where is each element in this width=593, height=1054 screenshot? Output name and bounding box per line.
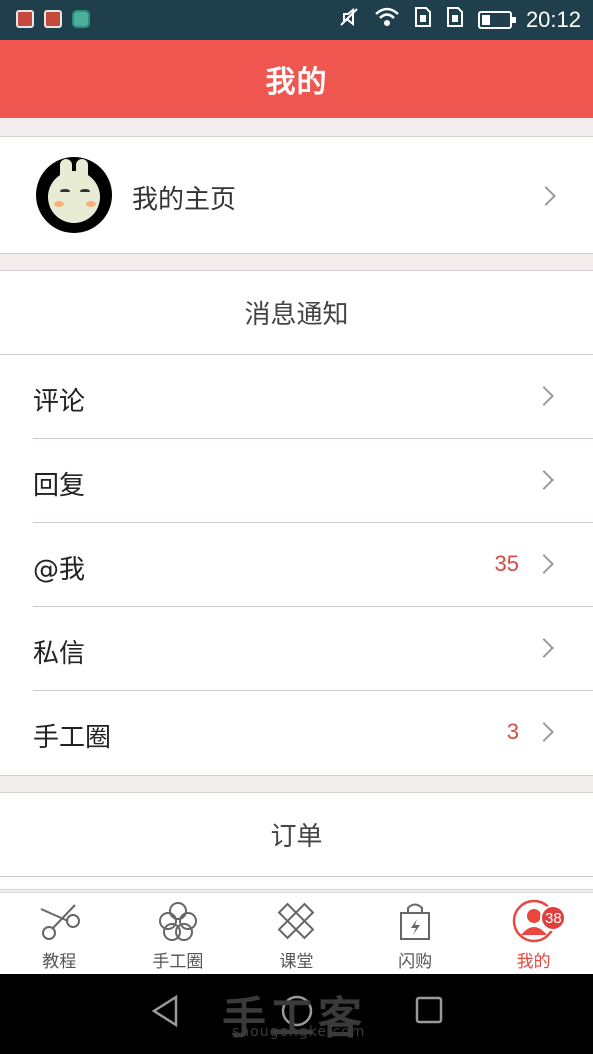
messages-section: 消息通知 评论 回复 @我 35 私信 手工圈 3 [0, 270, 593, 776]
status-bar: 20:12 [0, 0, 593, 40]
list-item-label: 回复 [33, 471, 86, 501]
page-title: 我的 [265, 65, 328, 100]
bottom-tab-bar: 教程 手工圈 课堂 闪购 38 我的 [0, 892, 593, 974]
scissors-icon [40, 904, 81, 940]
chevron-right-icon [534, 470, 554, 490]
orders-header[interactable]: 订单 [0, 793, 593, 877]
my-homepage-row[interactable]: 我的主页 [0, 136, 593, 254]
notification-app-icon [44, 10, 62, 28]
tab-tutorials[interactable]: 教程 [0, 893, 119, 974]
tab-flash-sale[interactable]: 闪购 [356, 893, 475, 974]
huawei-app-icon [72, 10, 90, 28]
tab-classroom[interactable]: 课堂 [237, 893, 356, 974]
chevron-right-icon [534, 386, 554, 406]
battery-icon [477, 11, 516, 29]
list-item-label: @我 [33, 555, 86, 585]
avatar [36, 157, 112, 233]
shopping-bag-icon [400, 903, 431, 940]
chevron-right-icon [536, 186, 556, 206]
list-item-craft-circle[interactable]: 手工圈 3 [33, 691, 593, 775]
tab-label: 我的 [516, 952, 551, 972]
list-item-label: 私信 [33, 639, 86, 669]
pencil-ruler-icon [278, 902, 315, 940]
orders-section: 订单 [0, 792, 593, 890]
list-item-private-messages[interactable]: 私信 [33, 607, 593, 691]
tab-label: 教程 [42, 952, 77, 972]
messages-header: 消息通知 [0, 271, 593, 355]
count-badge: 3 [506, 719, 519, 744]
wifi-icon [374, 6, 400, 34]
mute-icon [338, 6, 360, 34]
count-badge: 35 [494, 551, 519, 576]
sim2-icon [446, 6, 464, 34]
chevron-right-icon [534, 722, 554, 742]
notification-app-icon [16, 10, 34, 28]
sim1-icon [414, 6, 432, 34]
recent-apps-icon[interactable] [414, 994, 444, 1028]
tab-mine[interactable]: 38 我的 [474, 893, 593, 974]
list-item-mentions[interactable]: @我 35 [33, 523, 593, 607]
page-title-bar: 我的 [0, 40, 593, 118]
list-item-comments[interactable]: 评论 [33, 355, 593, 439]
flower-icon [158, 902, 197, 941]
tab-craft-circle[interactable]: 手工圈 [119, 893, 238, 974]
notification-badge: 38 [540, 905, 567, 931]
list-item-label: 手工圈 [33, 723, 112, 753]
chevron-right-icon [534, 554, 554, 574]
tab-label: 课堂 [279, 952, 314, 972]
tab-label: 闪购 [398, 952, 433, 972]
status-time: 20:12 [525, 7, 581, 32]
watermark-url: shougongke.com [232, 1024, 366, 1040]
chevron-right-icon [534, 638, 554, 658]
list-item-replies[interactable]: 回复 [33, 439, 593, 523]
tab-label: 手工圈 [152, 952, 204, 972]
list-item-label: 评论 [33, 387, 86, 417]
my-homepage-label: 我的主页 [132, 185, 237, 215]
back-icon[interactable] [150, 994, 180, 1028]
